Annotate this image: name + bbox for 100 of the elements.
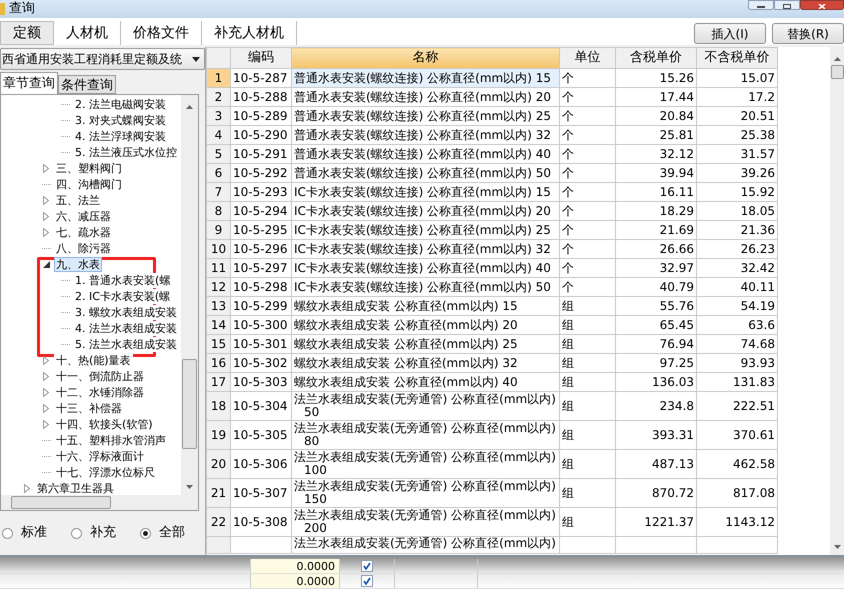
minimize-button[interactable]	[748, 0, 774, 10]
table-cell: 个	[560, 106, 616, 126]
table-cell: 法兰水表组成安装(无旁通管) 公称直径(mm以内)	[292, 536, 560, 554]
row-number[interactable]: 11	[206, 258, 230, 278]
row-number[interactable]: 22	[206, 508, 230, 536]
expand-icon[interactable]	[43, 164, 49, 172]
row-number[interactable]: 9	[206, 220, 230, 240]
row-number[interactable]: 10	[206, 240, 230, 258]
tree-item[interactable]: 十一、倒流防止器	[54, 368, 146, 384]
row-number[interactable]: 3	[206, 106, 230, 126]
tree-item[interactable]: 十二、水锤消除器	[54, 384, 146, 400]
scroll-down-icon[interactable]	[834, 545, 840, 549]
tree-item[interactable]: 十七、浮漂水位标尺	[54, 464, 157, 480]
maximize-button[interactable]	[774, 0, 800, 10]
scroll-thumb[interactable]	[11, 496, 111, 509]
tree-item[interactable]: 七、疏水器	[54, 224, 113, 240]
radio-option[interactable]: 补充	[71, 523, 116, 543]
checkbox[interactable]	[361, 575, 373, 587]
row-number[interactable]: 16	[206, 354, 230, 372]
table-cell: IC卡水表安装(螺纹连接) 公称直径(mm以内) 32	[292, 240, 560, 258]
tree-item[interactable]: 六、减压器	[54, 208, 113, 224]
row-number[interactable]: 18	[206, 392, 230, 420]
tree-item[interactable]: 3. 螺纹水表组成安装	[73, 304, 179, 320]
radio-option[interactable]: 标准	[2, 523, 47, 543]
table-cell: 18.29	[616, 202, 696, 220]
tree-item[interactable]: 八、除污器	[54, 240, 113, 256]
tree-item[interactable]: 五、法兰	[54, 192, 102, 208]
table-cell: IC卡水表安装(螺纹连接) 公称直径(mm以内) 40	[292, 258, 560, 278]
table-cell: 10-5-289	[230, 106, 292, 126]
scroll-thumb[interactable]	[830, 65, 844, 79]
tree-item[interactable]: 三、塑料阀门	[54, 160, 124, 176]
library-dropdown[interactable]: 西省通用安装工程消耗里定额及统	[0, 48, 205, 70]
tree-item[interactable]: 4. 法兰浮球阀安装	[73, 128, 168, 144]
column-header[interactable]: 编码	[230, 48, 292, 68]
scroll-up-icon[interactable]	[834, 57, 840, 61]
query-tab[interactable]: 章节查询	[0, 72, 58, 94]
table-cell: 组	[560, 392, 616, 420]
close-button[interactable]	[800, 0, 844, 10]
scroll-thumb[interactable]	[182, 359, 197, 449]
window-title: 查询	[9, 0, 35, 18]
table-cell: 97.25	[616, 354, 696, 372]
tree-item[interactable]: 十、热(能)量表	[54, 352, 133, 368]
table-cell: 10-5-301	[230, 334, 292, 354]
row-number[interactable]: 13	[206, 296, 230, 316]
row-number[interactable]: 6	[206, 164, 230, 182]
scroll-down-icon[interactable]	[186, 485, 193, 489]
row-number[interactable]: 5	[206, 144, 230, 164]
tree-item[interactable]: 十四、软接头(软管)	[54, 416, 155, 432]
tree-item[interactable]: 九、水表	[54, 256, 102, 272]
tree-item[interactable]: 5. 法兰水表组成安装	[73, 336, 179, 352]
tree-item[interactable]: 四、沟槽阀门	[54, 176, 124, 192]
column-header[interactable]: 单位	[560, 48, 616, 68]
radio-option[interactable]: 全部	[140, 523, 185, 543]
checkbox[interactable]	[361, 560, 373, 572]
row-number[interactable]: 1	[206, 68, 230, 88]
row-number[interactable]: 15	[206, 334, 230, 354]
table-cell: 组	[560, 372, 616, 392]
row-number[interactable]: 7	[206, 182, 230, 202]
scroll-up-icon[interactable]	[186, 105, 193, 109]
tree-item[interactable]: 4. 法兰水表组成安装	[73, 320, 179, 336]
table-cell: 普通水表安装(螺纹连接) 公称直径(mm以内) 40	[292, 144, 560, 164]
row-number[interactable]: 14	[206, 316, 230, 334]
column-header[interactable]: 名称	[292, 48, 560, 68]
row-number[interactable]: 17	[206, 372, 230, 392]
row-number[interactable]: 21	[206, 478, 230, 508]
tree-item[interactable]: 1. 普通水表安装(螺	[73, 272, 172, 288]
table-cell: 组	[560, 296, 616, 316]
tree-item[interactable]: 2. IC卡水表安装(螺	[73, 288, 172, 304]
tree-item[interactable]: 第六章卫生器具	[35, 480, 116, 495]
column-header[interactable]: 不含税单价	[696, 48, 778, 68]
tree-item[interactable]: 3. 对夹式蝶阀安装	[73, 112, 168, 128]
tree-item[interactable]: 十五、塑料排水管消声	[54, 432, 168, 448]
tab[interactable]: 定额	[0, 21, 54, 45]
vertical-scrollbar[interactable]	[181, 95, 198, 495]
toolbar-button[interactable]: 替换(R)	[772, 23, 844, 44]
row-number[interactable]: 4	[206, 126, 230, 144]
table-cell: 组	[560, 420, 616, 450]
column-header[interactable]: 含税单价	[616, 48, 696, 68]
table-cell: 32.12	[616, 144, 696, 164]
row-number[interactable]: 12	[206, 278, 230, 296]
table-cell: 54.19	[696, 296, 778, 316]
collapse-icon[interactable]	[42, 260, 50, 268]
query-tab[interactable]: 条件查询	[58, 75, 116, 94]
toolbar-button[interactable]: 插入(I)	[694, 23, 766, 44]
table-cell: 螺纹水表组成安装 公称直径(mm以内) 15	[292, 296, 560, 316]
row-number[interactable]: 19	[206, 420, 230, 450]
tree-item[interactable]: 2. 法兰电磁阀安装	[73, 96, 168, 112]
vertical-scrollbar[interactable]	[830, 47, 844, 555]
row-number[interactable]: 8	[206, 202, 230, 220]
tree-item[interactable]: 5. 法兰液压式水位控	[73, 144, 179, 160]
table-cell: 31.57	[696, 144, 778, 164]
row-number[interactable]	[206, 536, 230, 554]
tree-item[interactable]: 十六、浮标液面计	[54, 448, 146, 464]
table-cell: 个	[560, 182, 616, 202]
tree-item[interactable]: 十三、补偿器	[54, 400, 124, 416]
row-number[interactable]: 20	[206, 450, 230, 478]
row-number[interactable]: 2	[206, 88, 230, 106]
horizontal-scrollbar[interactable]	[1, 495, 198, 510]
expand-icon[interactable]	[24, 484, 30, 492]
table-cell: 个	[560, 88, 616, 106]
